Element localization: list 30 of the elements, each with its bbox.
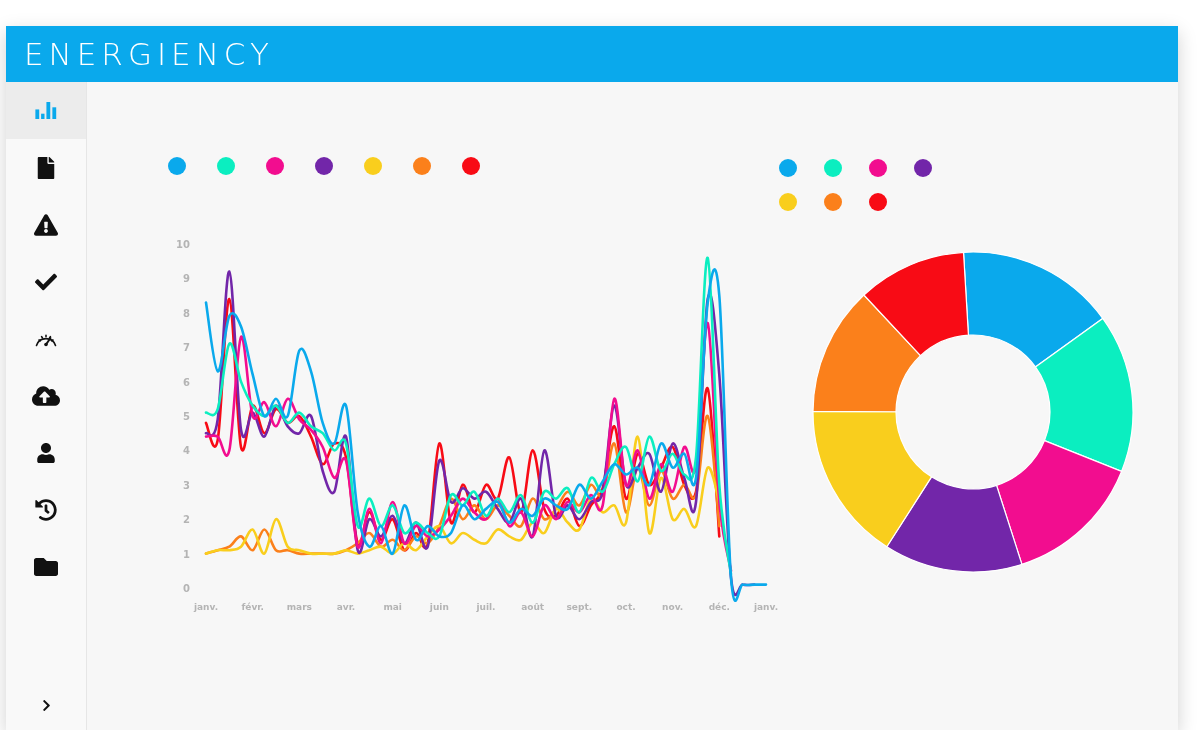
x-tick-label: oct.: [616, 602, 636, 612]
logo: ENERGIENCY: [24, 38, 274, 70]
y-tick-label: 2: [183, 514, 190, 526]
y-tick-label: 8: [183, 307, 190, 319]
y-tick-label: 6: [183, 376, 190, 388]
x-tick-label: janv.: [753, 602, 779, 612]
warning-icon: [34, 212, 58, 237]
x-tick-label: nov.: [662, 602, 684, 612]
y-tick-label: 10: [176, 239, 190, 250]
x-tick-label: juil.: [476, 602, 496, 612]
x-tick-label: août: [521, 602, 545, 612]
bar-chart-icon: [35, 102, 57, 119]
y-tick-label: 0: [183, 583, 190, 594]
y-tick-label: 9: [183, 273, 190, 285]
y-tick-label: 1: [183, 548, 190, 560]
x-tick-label: févr.: [241, 602, 264, 612]
file-icon: [35, 156, 57, 179]
x-tick-label: avr.: [336, 602, 356, 612]
x-tick-label: mars: [286, 602, 312, 612]
x-tick-label: mai: [383, 602, 402, 612]
history-icon: [35, 498, 57, 521]
y-tick-label: 7: [183, 342, 190, 354]
x-tick-label: janv.: [193, 602, 219, 612]
x-tick-label: juin: [429, 602, 449, 612]
y-tick-label: 4: [183, 445, 190, 457]
x-tick-label: sept.: [566, 602, 593, 612]
x-tick-label: déc.: [708, 602, 730, 612]
user-icon: [36, 442, 56, 463]
y-tick-label: 5: [183, 411, 190, 422]
y-tick-label: 3: [183, 479, 190, 491]
